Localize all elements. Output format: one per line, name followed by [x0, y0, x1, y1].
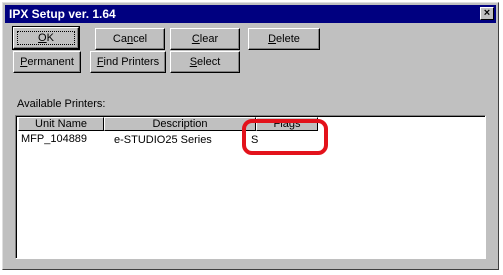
- cell-unit-name: MFP_104889: [21, 133, 88, 145]
- cell-description: e-STUDIO25 Series: [114, 134, 212, 146]
- flags-highlight-annotation: [242, 119, 328, 155]
- select-button[interactable]: Select: [170, 51, 240, 73]
- find-printers-button[interactable]: Find Printers: [90, 51, 166, 73]
- cancel-button[interactable]: Cancel: [95, 28, 165, 50]
- window-title: IPX Setup ver. 1.64: [9, 7, 116, 21]
- ok-button[interactable]: OK: [12, 26, 80, 50]
- clear-button[interactable]: Clear: [170, 28, 240, 50]
- close-icon: ×: [483, 7, 491, 19]
- column-header-unit-name[interactable]: Unit Name: [18, 117, 104, 131]
- delete-button[interactable]: Delete: [248, 28, 320, 50]
- close-button[interactable]: ×: [480, 7, 494, 20]
- title-bar: IPX Setup ver. 1.64 ×: [5, 5, 496, 23]
- permanent-button[interactable]: Permanent: [13, 51, 81, 73]
- available-printers-label: Available Printers:: [17, 98, 106, 110]
- focus-rectangle: [17, 31, 75, 45]
- column-header-description[interactable]: Description: [104, 117, 256, 131]
